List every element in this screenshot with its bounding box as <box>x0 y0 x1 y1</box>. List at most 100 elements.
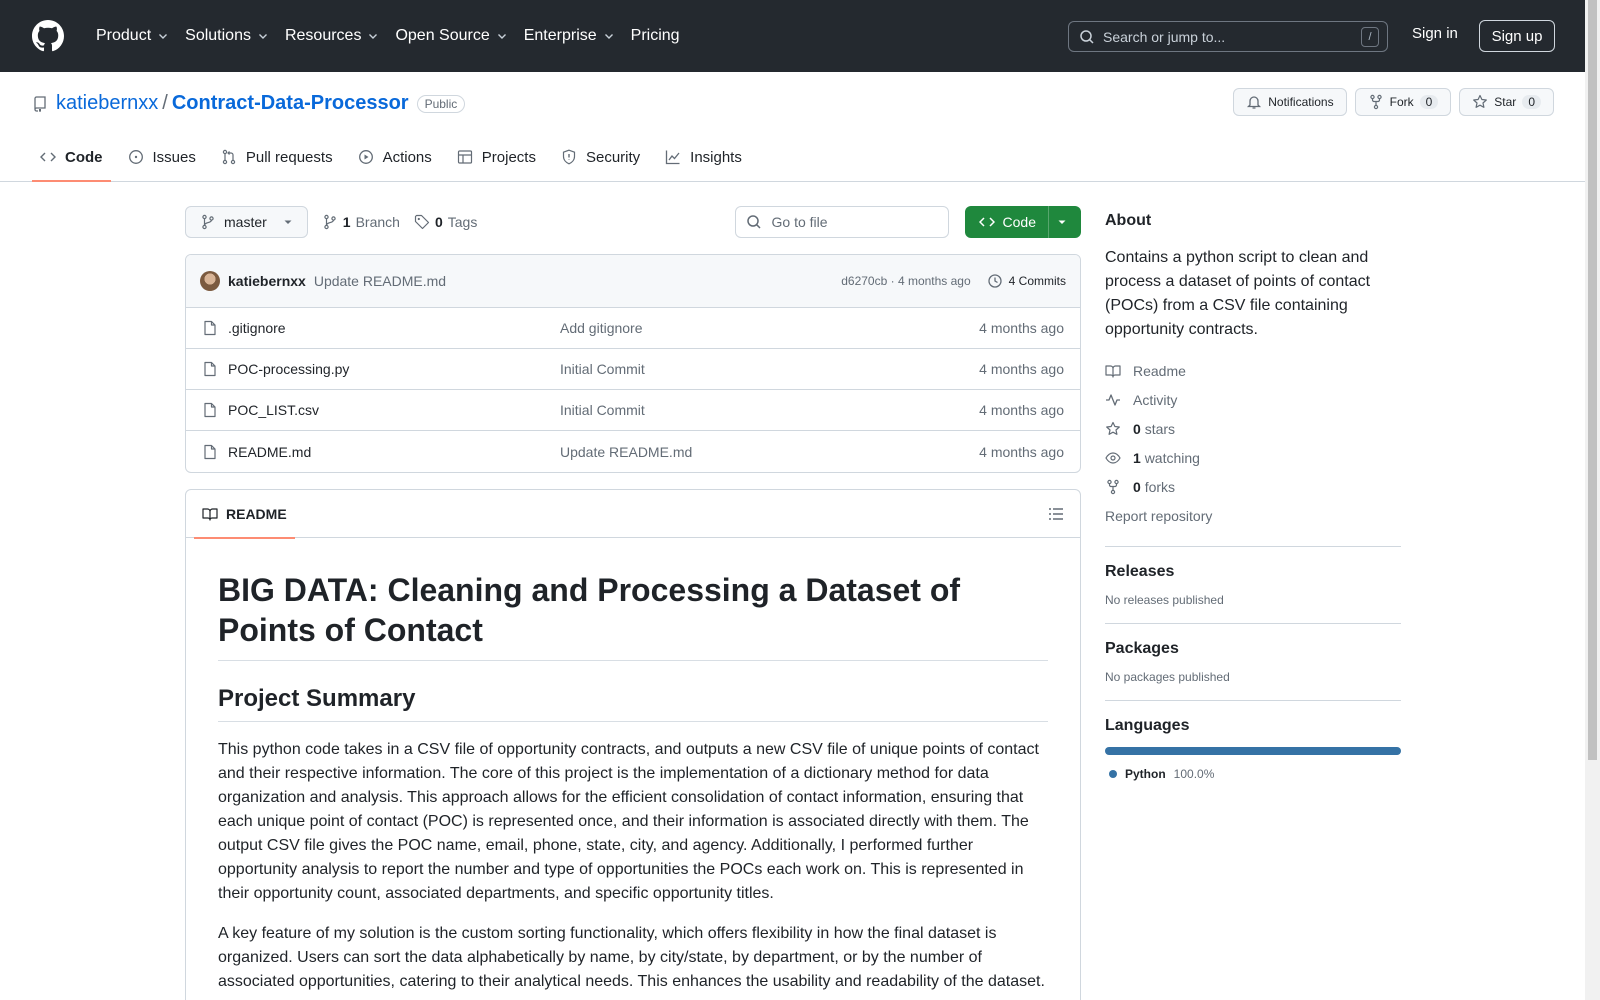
tab-security[interactable]: Security <box>553 133 648 181</box>
readme-panel: README BIG DATA: Cleaning and Processing… <box>185 489 1081 1000</box>
table-row: POC_LIST.csv Initial Commit 4 months ago <box>186 390 1080 431</box>
nav-pricing-label: Pricing <box>630 27 680 44</box>
file-name-link[interactable]: POC_LIST.csv <box>228 402 560 418</box>
file-name-link[interactable]: POC-processing.py <box>228 361 560 377</box>
tab-issues[interactable]: Issues <box>120 133 204 181</box>
nav-product[interactable]: Product <box>88 20 177 52</box>
repo-owner-link[interactable]: katiebernxx <box>56 92 158 115</box>
tab-insights[interactable]: Insights <box>657 133 750 181</box>
repo-name-link[interactable]: Contract-Data-Processor <box>172 92 409 115</box>
readme-link-label: Readme <box>1133 362 1186 379</box>
notifications-button[interactable]: Notifications <box>1233 88 1347 116</box>
page-scrollbar[interactable] <box>1585 0 1600 1000</box>
commits-count: 4 Commits <box>1008 274 1066 288</box>
tab-actions[interactable]: Actions <box>350 133 440 181</box>
packages-empty-text: No packages published <box>1105 670 1230 684</box>
file-icon <box>202 402 218 418</box>
sign-up-button[interactable]: Sign up <box>1479 20 1555 52</box>
chevron-down-icon <box>258 34 267 39</box>
commit-author[interactable]: katiebernxx <box>228 273 306 289</box>
tab-projects-label: Projects <box>481 148 536 166</box>
nav-enterprise[interactable]: Enterprise <box>516 20 623 52</box>
file-commit-link[interactable]: Update README.md <box>560 444 692 460</box>
stars-count: 0 <box>1133 420 1141 437</box>
main-content: master 1 Branch 0 Tags Go to file Code k… <box>185 206 1081 1000</box>
tags-link[interactable]: 0 Tags <box>414 214 477 230</box>
scrollbar-thumb[interactable] <box>1588 0 1597 760</box>
nav-open-source[interactable]: Open Source <box>387 20 515 52</box>
nav-open-source-label: Open Source <box>395 27 490 44</box>
file-icon <box>202 320 218 336</box>
fork-icon <box>1369 94 1382 110</box>
play-circle-icon <box>358 150 373 164</box>
shield-icon <box>562 149 576 165</box>
code-icon <box>40 152 56 162</box>
global-nav: Product Solutions Resources Open Source … <box>88 20 688 52</box>
branch-count: 1 <box>342 214 351 230</box>
nav-solutions[interactable]: Solutions <box>177 20 277 52</box>
star-button[interactable]: Star 0 <box>1459 88 1554 116</box>
tag-count: 0 <box>434 214 443 230</box>
chevron-down-icon <box>497 34 506 39</box>
file-name-link[interactable]: .gitignore <box>228 320 560 336</box>
commit-message[interactable]: Update README.md <box>314 273 446 289</box>
nav-product-label: Product <box>96 27 152 44</box>
branches-link[interactable]: 1 Branch <box>322 214 400 230</box>
forks-count: 0 <box>1133 478 1141 495</box>
readme-link[interactable]: Readme <box>1105 356 1401 385</box>
language-item[interactable]: Python 100.0% <box>1105 767 1401 781</box>
readme-tab[interactable]: README <box>194 490 295 539</box>
commits-history-link[interactable]: 4 Commits <box>987 273 1066 289</box>
avatar[interactable] <box>200 271 220 291</box>
file-commit-link[interactable]: Initial Commit <box>560 402 645 418</box>
repo-sidebar: About Contains a python script to clean … <box>1105 206 1401 781</box>
file-date: 4 months ago <box>979 402 1064 418</box>
book-icon <box>202 507 218 521</box>
forks-link[interactable]: 0 forks <box>1105 472 1401 501</box>
branch-label: Branch <box>355 214 400 230</box>
branch-select[interactable]: master <box>185 206 308 238</box>
repo-tabs: Code Issues Pull requests Actions Projec… <box>32 133 759 182</box>
tab-code[interactable]: Code <box>32 133 111 182</box>
file-commit-link[interactable]: Add gitignore <box>560 320 643 336</box>
history-icon <box>988 274 1002 288</box>
tab-security-label: Security <box>585 148 641 166</box>
nav-enterprise-label: Enterprise <box>523 27 597 44</box>
languages-section: Languages Python 100.0% <box>1105 700 1401 781</box>
global-search-input[interactable]: Search or jump to... / <box>1068 21 1388 52</box>
watching-link[interactable]: 1 watching <box>1105 443 1401 472</box>
search-icon <box>746 215 761 229</box>
tab-projects[interactable]: Projects <box>449 133 544 181</box>
readme-content: BIG DATA: Cleaning and Processing a Data… <box>186 538 1080 994</box>
code-dropdown-button[interactable]: Code <box>964 206 1081 238</box>
repo-description: Contains a python script to clean and pr… <box>1105 249 1371 338</box>
activity-link[interactable]: Activity <box>1105 385 1401 414</box>
book-icon <box>1105 364 1121 378</box>
fork-button[interactable]: Fork 0 <box>1354 88 1452 116</box>
report-repository-link[interactable]: Report repository <box>1105 501 1401 530</box>
outline-button[interactable] <box>1048 506 1064 522</box>
eye-icon <box>1105 451 1121 464</box>
sign-in-link[interactable]: Sign in <box>1412 25 1458 42</box>
github-logo-icon[interactable] <box>32 20 64 52</box>
stars-link[interactable]: 0 stars <box>1105 414 1401 443</box>
file-commit-link[interactable]: Initial Commit <box>560 361 645 377</box>
pull-request-icon <box>222 149 236 165</box>
repo-actions: Notifications Fork 0 Star 0 <box>1233 88 1554 116</box>
nav-pricing[interactable]: Pricing <box>623 20 688 52</box>
packages-heading[interactable]: Packages <box>1105 640 1401 658</box>
releases-heading[interactable]: Releases <box>1105 563 1401 581</box>
nav-solutions-label: Solutions <box>185 27 251 44</box>
commit-hash-time[interactable]: d6270cb · 4 months ago <box>841 274 970 288</box>
file-date: 4 months ago <box>979 320 1064 336</box>
releases-section: Releases No releases published <box>1105 546 1401 607</box>
file-browser: katiebernxx Update README.md d6270cb · 4… <box>185 254 1081 473</box>
branch-name: master <box>224 214 267 230</box>
file-name-link[interactable]: README.md <box>228 444 560 460</box>
file-icon <box>202 444 218 460</box>
tab-pull-requests[interactable]: Pull requests <box>213 133 341 181</box>
table-row: .gitignore Add gitignore 4 months ago <box>186 308 1080 349</box>
search-placeholder: Search or jump to... <box>1103 28 1226 45</box>
go-to-file-input[interactable]: Go to file <box>734 206 949 238</box>
nav-resources[interactable]: Resources <box>277 20 387 52</box>
